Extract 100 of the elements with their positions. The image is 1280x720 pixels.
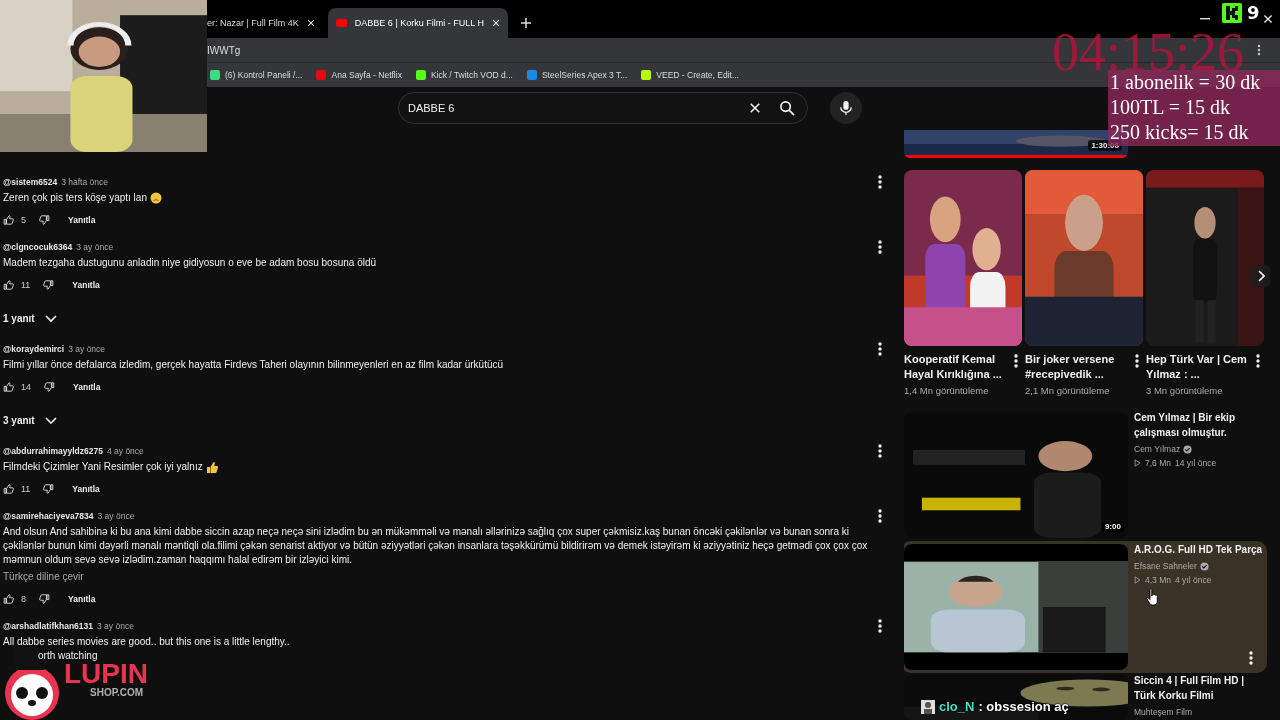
close-icon[interactable] (1263, 14, 1273, 24)
like-icon[interactable] (3, 593, 15, 605)
bookmark[interactable]: Kick / Twitch VOD d... (415, 70, 513, 80)
like-icon[interactable] (3, 279, 15, 291)
reply-button[interactable]: Yanıtla (68, 215, 96, 225)
more-icon[interactable] (878, 342, 882, 356)
plus-icon[interactable] (520, 18, 531, 28)
more-icon[interactable] (878, 175, 882, 189)
comment-author[interactable]: @arshadlatifkhan6131 (3, 621, 94, 631)
video-site-icon (335, 19, 347, 27)
comment-author[interactable]: @abdurrahimayyldz6275 (3, 446, 103, 456)
reply-button[interactable]: Yanıtla (72, 484, 100, 494)
dislike-icon[interactable] (42, 483, 55, 495)
chevron-right-icon (1257, 270, 1265, 282)
play-icon (1134, 576, 1141, 584)
more-icon[interactable] (878, 509, 882, 523)
dislike-icon[interactable] (43, 381, 55, 393)
comment-time: 3 ay önce (68, 344, 106, 354)
reply-button[interactable]: Yanıtla (73, 382, 101, 392)
bookmark[interactable]: VEED - Create, Edit... (641, 70, 739, 80)
close-icon[interactable] (491, 19, 500, 27)
comment-text: Filmi yıllar önce defalarca izledim, gerçek hayatta Firdevs Taheri olayının bilinmeyenleri en az film kadar ürkütücü (3, 358, 504, 372)
translate-link[interactable]: Türkçe diline çevir (3, 570, 84, 584)
microphone-icon (839, 100, 853, 116)
replies-toggle[interactable]: 3 yanıt (3, 409, 57, 431)
hand-cursor-icon (1146, 588, 1160, 606)
dislike-icon[interactable] (38, 593, 50, 605)
short-title[interactable]: Hep Türk Var | Cem Yılmaz : ... (1146, 352, 1252, 382)
comment-author[interactable]: @koraydemirci (3, 344, 65, 354)
more-icon[interactable] (1014, 354, 1018, 368)
follower-count: 9 (1247, 3, 1260, 23)
chevron-icon (44, 415, 57, 425)
like-count: 11 (21, 484, 31, 494)
chat-username: clo_N (939, 699, 975, 715)
dislike-icon[interactable] (42, 279, 55, 291)
video-title[interactable]: Siccin 4 | Full Film HD | Türk Korku Filmi (1134, 673, 1264, 703)
bookmark[interactable]: (6) Kontrol Paneli /... (210, 70, 303, 80)
address-field[interactable]: IWWTg (207, 44, 241, 56)
promo-text: 100TL = 15 dk (1109, 95, 1230, 120)
channel-name[interactable]: Muhteşem Film (1134, 707, 1193, 717)
search-field[interactable]: DABBE 6 (398, 92, 808, 124)
more-icon[interactable] (1135, 354, 1139, 368)
bookmark[interactable]: Ana Sayfa - Netflix (316, 70, 402, 80)
comment-text: All dabbe series movies are good.. but this one is a little lengthy.. (3, 635, 290, 649)
comment-text: Zeren çok pis ters köşe yaptı lan (3, 191, 147, 205)
like-icon[interactable] (3, 214, 15, 226)
more-icon[interactable] (878, 619, 882, 633)
view-count: 1,4 Mn görüntüleme (904, 385, 989, 396)
like-icon[interactable] (3, 381, 15, 393)
replies-toggle[interactable]: 1 yanıt (3, 307, 57, 329)
bookmark[interactable]: SteelSeries Apex 3 T... (526, 70, 628, 80)
browser-tab[interactable]: er: Nazar | Full Film 4K (207, 8, 323, 38)
comment-author[interactable]: @clgncocuk6364 (3, 242, 73, 252)
chat-message: : obssesion aç (978, 699, 1069, 715)
minimize-icon[interactable] (1200, 18, 1210, 20)
comment-time: 3 ay önce (76, 242, 114, 252)
view-count: 7,6 Mn (1145, 458, 1171, 468)
more-icon[interactable] (878, 240, 882, 254)
logo-subtext: SHOP.COM (90, 687, 144, 699)
play-icon (1134, 459, 1141, 467)
dislike-icon[interactable] (38, 214, 50, 226)
short-title[interactable]: Bir joker versene #recepivedik ... (1025, 352, 1131, 382)
video-title[interactable]: Cem Yılmaz | Bir ekip çalışması olmuştur. (1134, 410, 1264, 440)
thumbs-up-icon (205, 461, 218, 473)
channel-name[interactable]: Efsane Sahneler (1134, 561, 1197, 571)
voice-search-button[interactable] (830, 92, 862, 124)
comment-text: orth watching (37, 649, 99, 663)
comment-time: 3 hafta önce (61, 177, 108, 187)
short-title[interactable]: Kooperatif Kemal Hayal Kırıklığına ... (904, 352, 1010, 382)
more-icon[interactable] (1249, 651, 1253, 665)
more-icon[interactable] (1256, 354, 1260, 368)
browser-tab[interactable]: DABBE 6 | Korku Filmi - FULL H (327, 8, 508, 38)
reply-button[interactable]: Yanıtla (72, 280, 100, 290)
reply-button[interactable]: Yanıtla (68, 594, 96, 604)
duration-badge: 9:00 (1102, 521, 1124, 532)
kick-logo-icon (1222, 3, 1242, 23)
like-count: 14 (21, 382, 31, 392)
upload-age: 4 yıl önce (1175, 575, 1212, 585)
video-title[interactable]: A.R.O.G. Full HD Tek Parça (1134, 542, 1264, 557)
channel-name[interactable]: Cem Yılmaz (1134, 444, 1181, 454)
view-count: 4,3 Mn (1145, 575, 1171, 585)
chevron-icon (44, 313, 57, 323)
promo-text: 250 kicks= 15 dk (1109, 120, 1249, 143)
hovered-video-card[interactable]: A.R.O.G. Full HD Tek Parça Efsane Sahneler 4,3 Mn 4 yıl önce (904, 541, 1267, 673)
avatar-icon (921, 700, 935, 714)
comment-author[interactable]: @sistem6524 (3, 177, 58, 187)
like-count: 5 (21, 215, 26, 225)
view-count: 2,1 Mn görüntüleme (1025, 385, 1110, 396)
upload-age: 14 yıl önce (1175, 458, 1217, 468)
more-icon[interactable] (878, 444, 882, 458)
close-icon[interactable] (306, 19, 315, 27)
search-icon[interactable] (779, 100, 795, 116)
like-count: 8 (21, 594, 26, 604)
like-count: 11 (21, 280, 31, 290)
like-icon[interactable] (3, 483, 15, 495)
clear-icon[interactable] (749, 102, 761, 114)
comment-time: 3 ay önce (97, 621, 134, 631)
comment-text: Filmdeki Çizimler Yani Resimler çok iyi yalnız (3, 460, 203, 474)
comment-time: 4 ay önce (106, 446, 144, 456)
comment-author[interactable]: @samirehaciyeva7834 (3, 511, 94, 521)
